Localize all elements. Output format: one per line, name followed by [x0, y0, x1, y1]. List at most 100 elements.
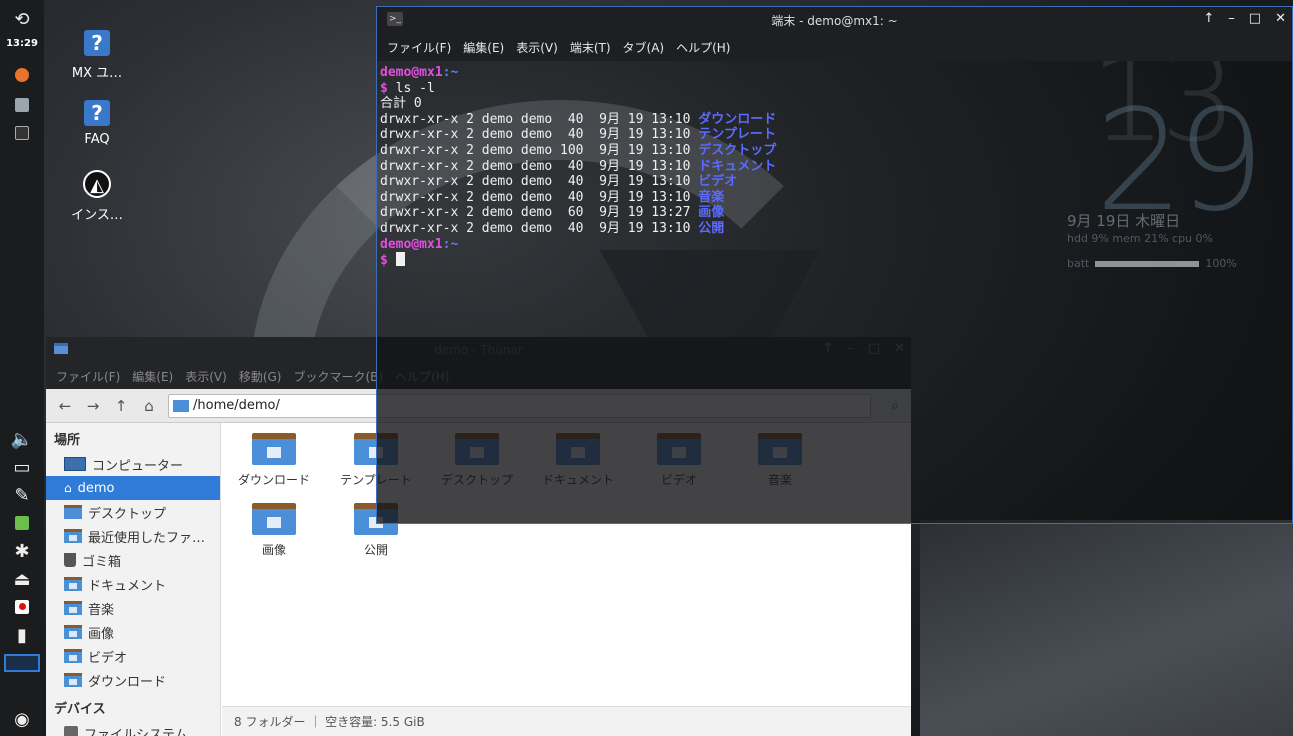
sidebar-heading-places: 場所	[54, 433, 81, 448]
download-folder-icon	[252, 433, 296, 465]
menu-terminal[interactable]: 端末(T)	[570, 39, 611, 56]
menu-edit[interactable]: 編集(E)	[463, 39, 504, 56]
sidebar-item-recent[interactable]: 最近使用したファ…	[46, 524, 220, 548]
sidebar-item-desktop[interactable]: デスクトップ	[46, 500, 220, 524]
sidebar-item-computer[interactable]: コンピューター	[46, 452, 220, 476]
prompt-line: demo@mx1:~	[380, 236, 459, 252]
sidebar-item-label: デスクトップ	[88, 506, 167, 522]
sidebar-item-trash[interactable]: ゴミ箱	[46, 548, 220, 572]
terminal-titlebar[interactable]: >_ 端末 - demo@mx1: ~ ↑ – □ ✕	[377, 7, 1292, 33]
help-icon: ?	[84, 100, 110, 126]
bluetooth-icon[interactable]: ✱	[0, 538, 44, 564]
menu-bookmarks[interactable]: ブックマーク(B)	[293, 368, 383, 385]
package-icon[interactable]	[0, 510, 44, 536]
ls-entry: drwxr-xr-x 2 demo demo 60 9月 19 13:27 画像	[380, 205, 725, 221]
sidebar-item-music[interactable]: 音楽	[46, 596, 220, 620]
file-label: 画像	[261, 543, 286, 557]
file-manager-icon[interactable]	[0, 92, 44, 118]
workspace-pager[interactable]	[0, 650, 44, 676]
sidebar-item-label: ファイルシステム	[84, 727, 188, 736]
command-line: $ ls -l	[380, 80, 435, 96]
pictures-folder-icon	[252, 503, 296, 535]
home-icon: ⌂	[64, 481, 72, 495]
recent-folder-icon	[64, 529, 82, 543]
keyboard-layout-icon[interactable]	[0, 594, 44, 620]
sidebar-heading-devices: デバイス	[54, 702, 106, 717]
ls-entry: drwxr-xr-x 2 demo demo 100 9月 19 13:10 デ…	[380, 142, 777, 158]
trash-icon	[64, 553, 76, 567]
wallpaper-glow	[920, 520, 1293, 736]
file-label: ダウンロード	[237, 473, 310, 487]
clipboard-icon[interactable]: ✎	[0, 482, 44, 508]
menu-edit[interactable]: 編集(E)	[132, 368, 173, 385]
desktop-icon-installer[interactable]: ◭ インス…	[52, 170, 142, 223]
folder-icon	[64, 505, 82, 519]
terminal-window: >_ 端末 - demo@mx1: ~ ↑ – □ ✕ ファイル(F) 編集(E…	[376, 6, 1293, 524]
panel-clock[interactable]: 13:29	[0, 34, 44, 52]
desktop-icon-mx-user[interactable]: ? MX ユ…	[52, 30, 142, 81]
mx-menu-icon[interactable]: ◉	[0, 706, 44, 732]
left-panel: ⟲ 13:29 🔈 ▭ ✎ ✱ ⏏ ▮ ◉	[0, 0, 44, 736]
sidebar-item-label: ビデオ	[88, 650, 128, 666]
sidebar-item-label: 最近使用したファ…	[88, 530, 206, 546]
pictures-folder-icon	[64, 625, 82, 639]
menu-view[interactable]: 表示(V)	[516, 39, 558, 56]
terminal-output[interactable]: demo@mx1:~ $ ls -l 合計 0 drwxr-xr-x 2 demo d…	[377, 61, 1292, 523]
menu-file[interactable]: ファイル(F)	[387, 39, 451, 56]
home-icon[interactable]: ⌂	[140, 397, 158, 415]
location-path: /home/demo/	[193, 398, 280, 413]
sidebar-item-filesystem[interactable]: ファイルシステム	[46, 721, 220, 736]
desktop-icon-faq[interactable]: ? FAQ	[52, 100, 142, 147]
terminal-title: 端末 - demo@mx1: ~	[771, 13, 898, 28]
sidebar-item-videos[interactable]: ビデオ	[46, 644, 220, 668]
file-label: 公開	[363, 543, 388, 557]
ls-entry: drwxr-xr-x 2 demo demo 40 9月 19 13:10 ビデ…	[380, 174, 738, 190]
desktop-icon-label: インス…	[71, 208, 123, 223]
maximize-icon[interactable]: □	[1249, 11, 1261, 26]
back-arrow-icon[interactable]: ←	[56, 397, 74, 415]
sidebar-item-label: ドキュメント	[88, 578, 167, 594]
menu-help[interactable]: ヘルプ(H)	[676, 39, 730, 56]
total-line: 合計 0	[380, 96, 422, 112]
menu-view[interactable]: 表示(V)	[185, 368, 227, 385]
sidebar-item-demo[interactable]: ⌂ demo	[46, 476, 220, 500]
ls-entry: drwxr-xr-x 2 demo demo 40 9月 19 13:10 ダウ…	[380, 111, 777, 127]
sidebar-item-pictures[interactable]: 画像	[46, 620, 220, 644]
desktop-icon-label: MX ユ…	[71, 66, 123, 81]
menu-tabs[interactable]: タブ(A)	[623, 39, 665, 56]
raise-icon[interactable]: ↑	[1203, 11, 1214, 26]
sidebar-item-label: demo	[77, 480, 115, 496]
text-cursor	[395, 252, 405, 267]
eject-icon[interactable]: ⏏	[0, 566, 44, 592]
firefox-icon[interactable]	[0, 62, 44, 88]
statusbar: 8 フォルダー ｜ 空き容量: 5.5 GiB	[222, 706, 911, 736]
prompt-line: demo@mx1:~	[380, 65, 459, 80]
ls-entry: drwxr-xr-x 2 demo demo 40 9月 19 13:10 音楽	[380, 189, 725, 205]
logout-icon[interactable]: ⟲	[0, 6, 44, 32]
menu-file[interactable]: ファイル(F)	[56, 368, 120, 385]
sidebar-item-label: 音楽	[88, 602, 115, 618]
close-icon[interactable]: ✕	[1275, 11, 1286, 26]
command-line: $	[380, 252, 1289, 269]
up-arrow-icon[interactable]: ↑	[112, 397, 130, 415]
terminal-icon[interactable]	[0, 120, 44, 146]
help-icon: ?	[84, 30, 110, 56]
download-folder-icon	[64, 673, 82, 687]
battery-icon[interactable]: ▮	[0, 622, 44, 648]
sidebar-item-label: ゴミ箱	[82, 554, 122, 570]
desktop-icon-label: FAQ	[84, 132, 110, 147]
forward-arrow-icon[interactable]: →	[84, 397, 102, 415]
terminal-window-controls: ↑ – □ ✕	[1203, 11, 1286, 26]
folder-icon	[64, 577, 82, 591]
keyboard-icon[interactable]: ▭	[0, 454, 44, 480]
sidebar-item-downloads[interactable]: ダウンロード	[46, 668, 220, 692]
sidebar: 場所 コンピューター ⌂ demo デスクトップ 最近使用したファ… ゴミ箱 ドキ…	[46, 423, 221, 736]
sidebar-item-documents[interactable]: ドキュメント	[46, 572, 220, 596]
volume-icon[interactable]: 🔈	[0, 426, 44, 452]
menu-go[interactable]: 移動(G)	[239, 368, 282, 385]
disk-icon	[64, 726, 78, 736]
file-item-downloads[interactable]: ダウンロード	[224, 423, 324, 488]
minimize-icon[interactable]: –	[1228, 11, 1235, 26]
file-item-pictures[interactable]: 画像	[224, 493, 324, 558]
ls-entry: drwxr-xr-x 2 demo demo 40 9月 19 13:10 公開	[380, 220, 725, 236]
